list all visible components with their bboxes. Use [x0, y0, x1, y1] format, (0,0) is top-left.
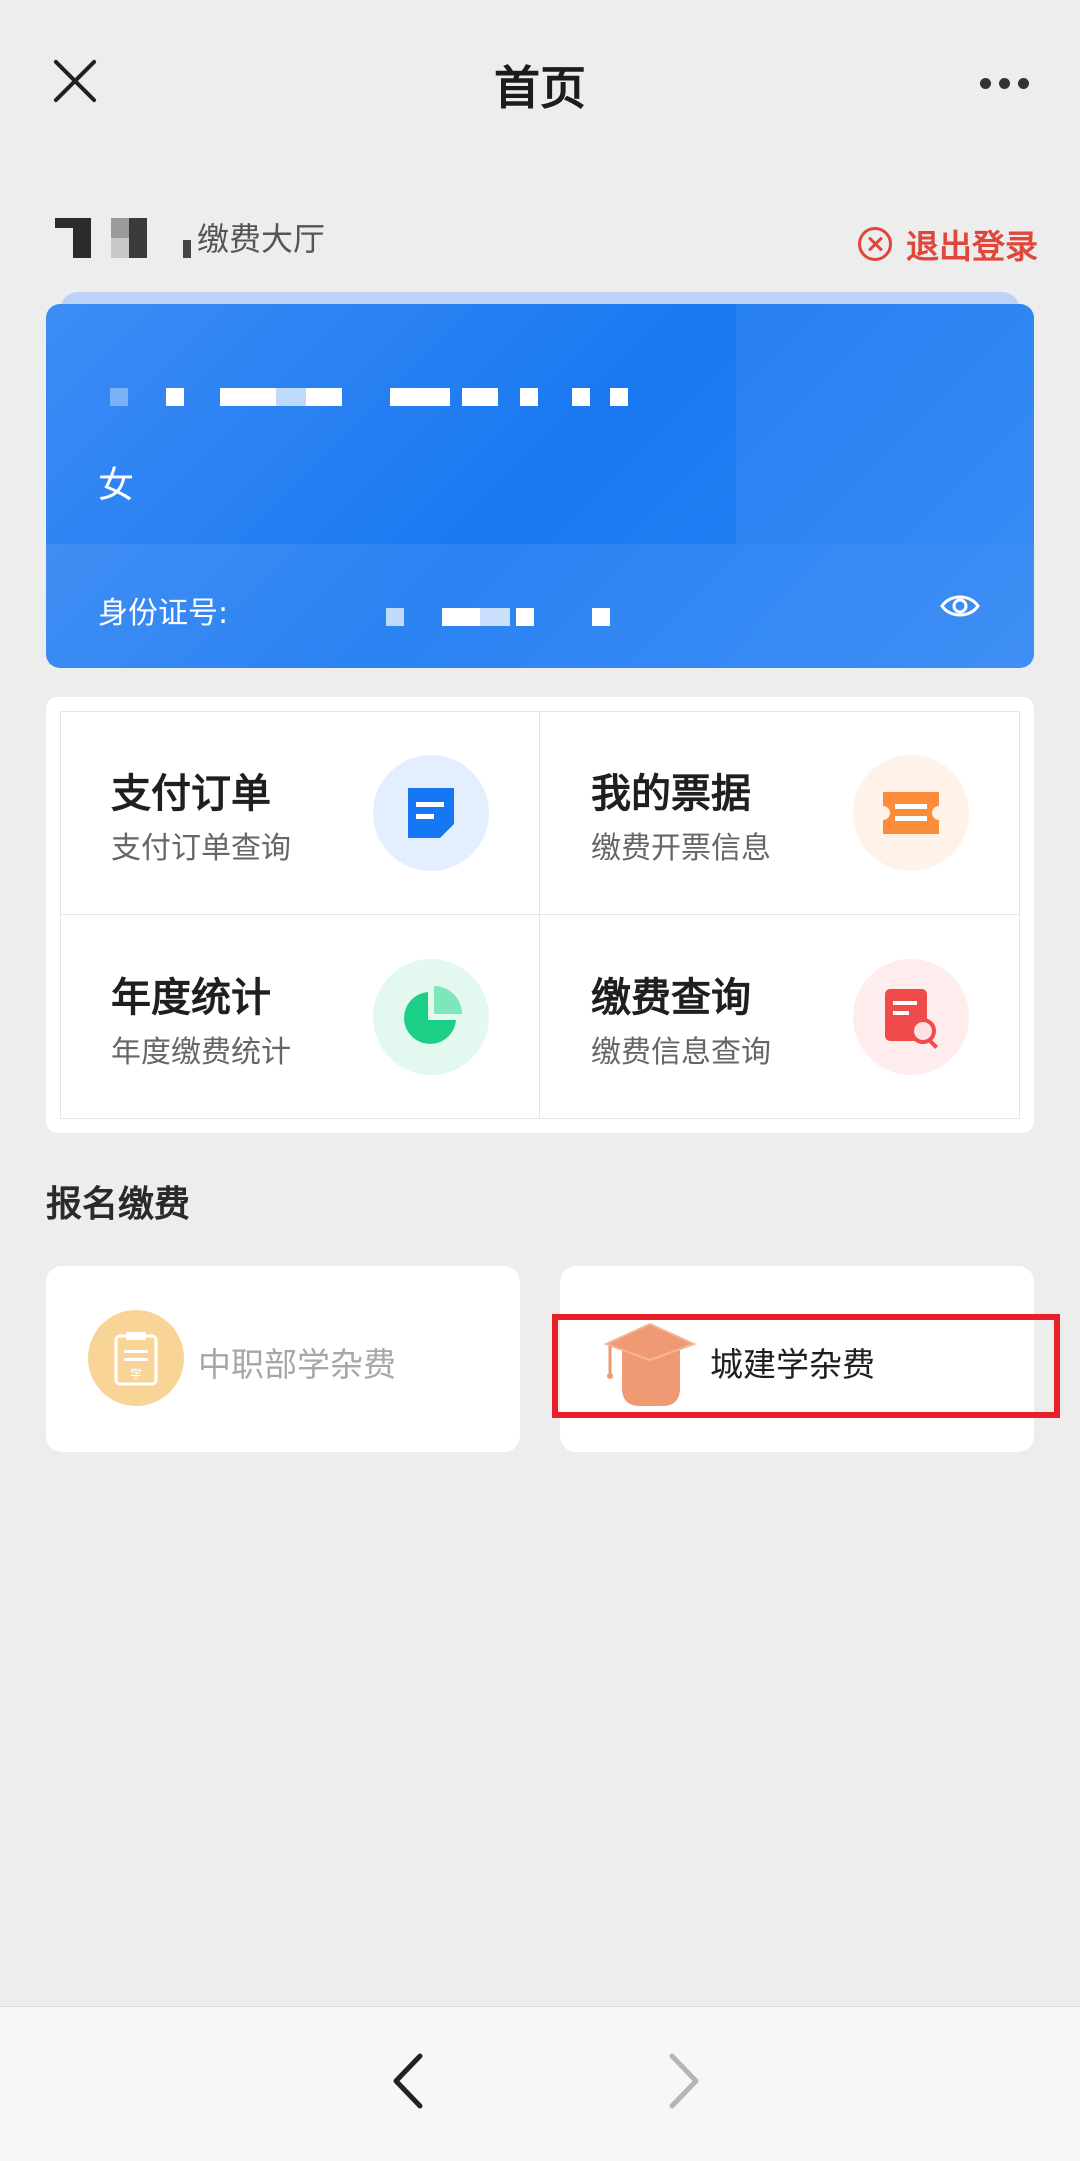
eye-icon[interactable]: [940, 592, 980, 620]
institution-logo: [55, 218, 195, 260]
my-invoices-tile[interactable]: 我的票据 缴费开票信息: [540, 711, 1020, 914]
tile-title: 支付订单: [111, 771, 271, 817]
id-number-label: 身份证号:: [98, 596, 229, 631]
logout-button[interactable]: 退出登录: [858, 222, 1038, 266]
payment-inquiry-tile[interactable]: 缴费查询 缴费信息查询: [540, 915, 1020, 1118]
page-title: 首页: [494, 61, 586, 115]
logout-label: 退出登录: [906, 227, 1038, 266]
annual-statistics-tile[interactable]: 年度统计 年度缴费统计: [60, 915, 540, 1118]
tile-title: 我的票据: [591, 771, 751, 817]
tile-subtitle: 支付订单查询: [111, 831, 291, 866]
hall-title: 缴费大厅: [197, 220, 326, 258]
svg-text:学: 学: [130, 1366, 142, 1381]
tile-subtitle: 缴费信息查询: [591, 1035, 771, 1070]
more-options-icon[interactable]: [980, 78, 1030, 90]
tile-subtitle: 缴费开票信息: [591, 831, 771, 866]
fee-label: 中职部学杂费: [198, 1345, 396, 1384]
masked-name: [110, 388, 630, 408]
forward-arrow-icon[interactable]: [652, 2046, 712, 2116]
back-arrow-icon[interactable]: [380, 2046, 440, 2116]
order-icon: [373, 755, 489, 871]
section-title: 报名缴费: [46, 1184, 191, 1225]
tile-title: 年度统计: [111, 975, 271, 1021]
search-document-icon: [853, 959, 969, 1075]
tile-title: 缴费查询: [591, 975, 751, 1021]
gender-value: 女: [98, 465, 135, 506]
ticket-icon: [853, 755, 969, 871]
tile-subtitle: 年度缴费统计: [111, 1035, 291, 1070]
vocational-fee-card[interactable]: 学 中职部学杂费: [46, 1266, 520, 1452]
highlight-annotation: [552, 1314, 1060, 1418]
pie-chart-icon: [373, 959, 489, 1075]
masked-id-number: [386, 608, 616, 628]
payment-orders-tile[interactable]: 支付订单 支付订单查询: [60, 711, 540, 914]
logout-icon: [858, 227, 892, 261]
bottom-nav-bar: [0, 2006, 1080, 2161]
clipboard-icon: 学: [88, 1310, 184, 1406]
